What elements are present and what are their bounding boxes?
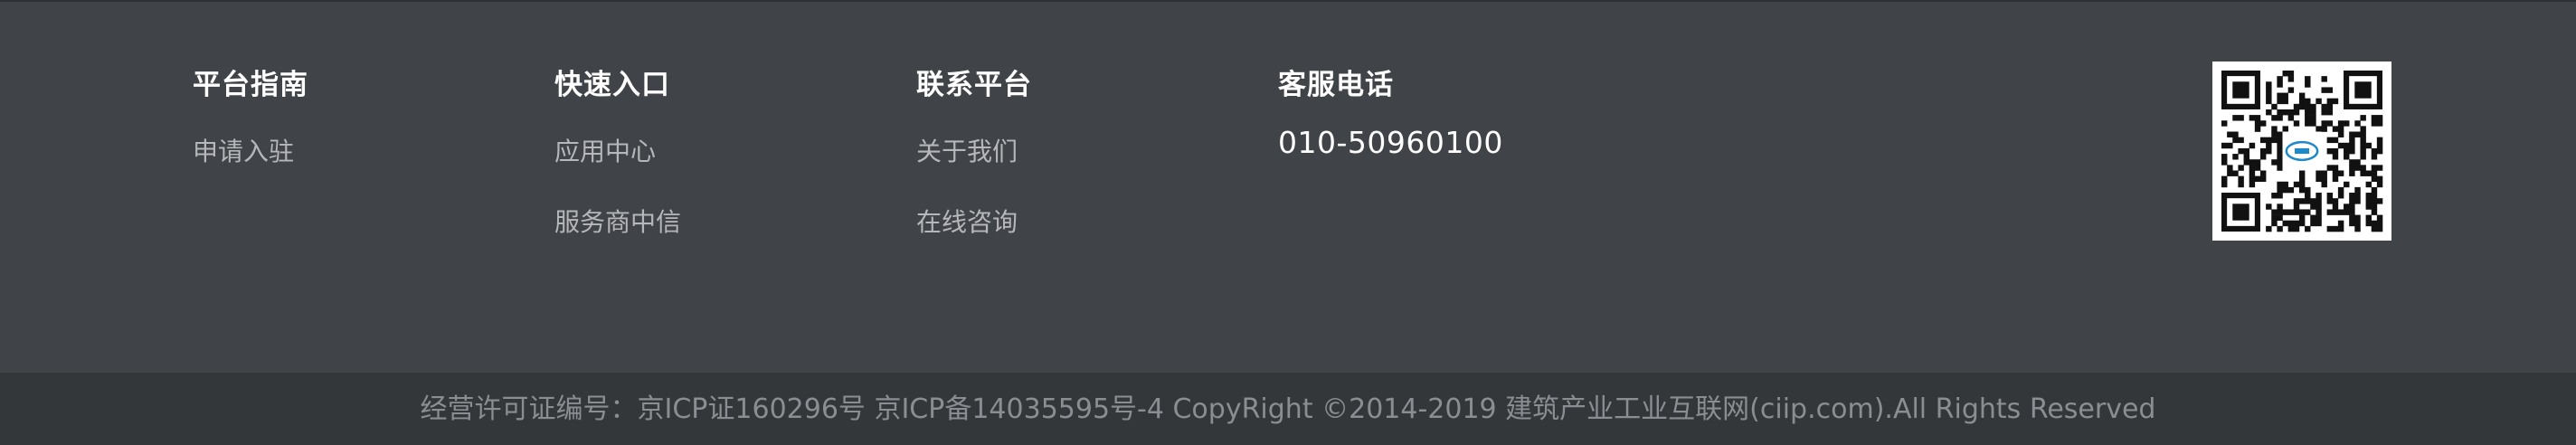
link-app-center[interactable]: 应用中心 bbox=[554, 134, 681, 170]
link-about-us[interactable]: 关于我们 bbox=[916, 134, 1032, 170]
link-apply-settle[interactable]: 申请入驻 bbox=[193, 134, 308, 170]
column-title: 平台指南 bbox=[193, 69, 308, 101]
footer-main: 平台指南 申请入驻 快速入口 应用中心 服务商中信 联系平台 关于我们 在线咨询… bbox=[0, 2, 2576, 373]
link-service-provider[interactable]: 服务商中信 bbox=[554, 204, 681, 241]
footer-column-quick-entry: 快速入口 应用中心 服务商中信 bbox=[554, 65, 681, 275]
column-title: 联系平台 bbox=[916, 69, 1032, 101]
footer-column-contact: 联系平台 关于我们 在线咨询 bbox=[916, 65, 1032, 275]
column-title: 快速入口 bbox=[554, 69, 670, 101]
footer-column-platform-guide: 平台指南 申请入驻 bbox=[193, 65, 308, 204]
link-online-consult[interactable]: 在线咨询 bbox=[916, 204, 1032, 241]
copyright-bar: 经营许可证编号：京ICP证160296号 京ICP备14035595号-4 Co… bbox=[0, 373, 2576, 445]
site-footer: 平台指南 申请入驻 快速入口 应用中心 服务商中信 联系平台 关于我们 在线咨询… bbox=[0, 0, 2576, 445]
footer-column-customer-service: 客服电话 010-50960100 bbox=[1278, 65, 1503, 163]
qr-code-icon bbox=[2212, 62, 2391, 241]
copyright-text: 经营许可证编号：京ICP证160296号 京ICP备14035595号-4 Co… bbox=[420, 393, 2156, 425]
customer-service-phone: 010-50960100 bbox=[1278, 125, 1503, 160]
column-title: 客服电话 bbox=[1278, 69, 1394, 101]
